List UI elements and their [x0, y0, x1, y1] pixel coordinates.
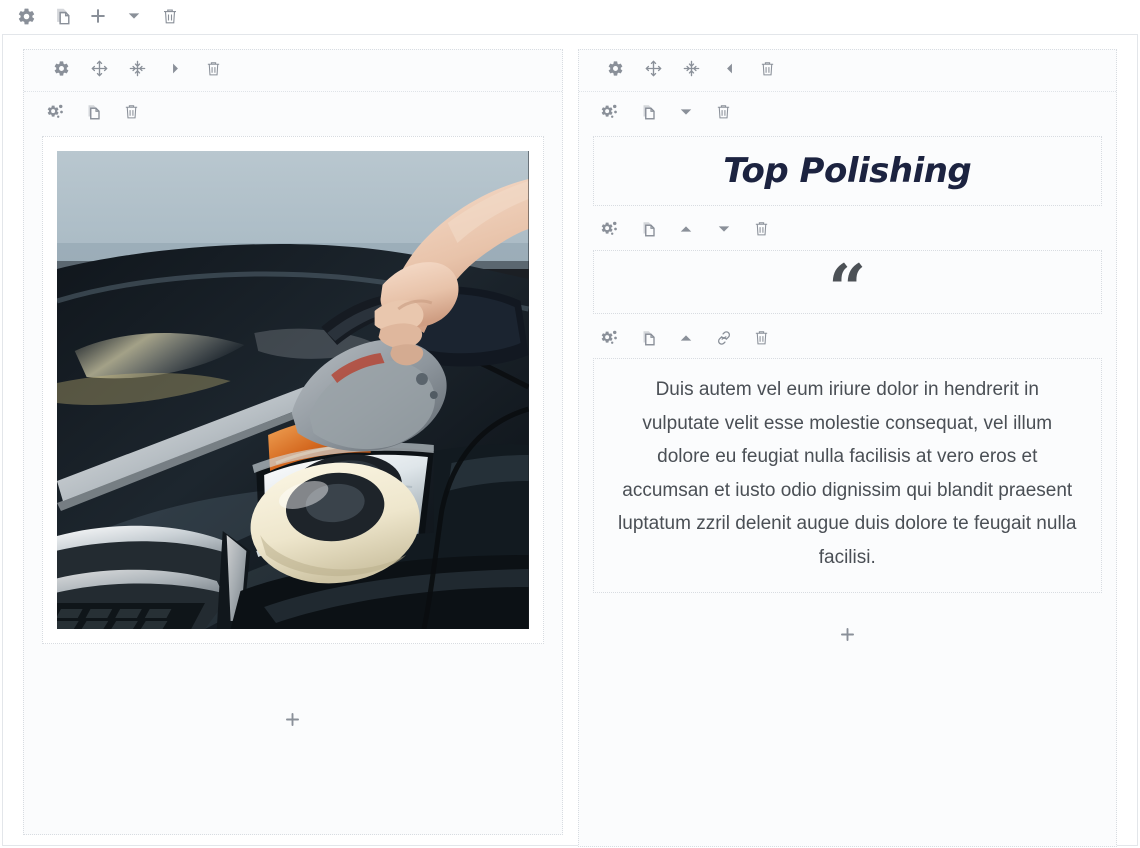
gears-icon [600, 102, 619, 126]
chevron-down-icon [127, 9, 141, 23]
column-move-left-button[interactable] [711, 51, 749, 91]
heading-block-toolbar [579, 92, 1117, 136]
heading-box[interactable]: Top Polishing [592, 136, 1102, 206]
block-duplicate-button[interactable] [629, 94, 667, 134]
block-duplicate-button[interactable] [629, 211, 667, 251]
trash-icon [753, 220, 770, 242]
editor-stage: Top Polishing “ Duis autem vel eum iriur… [2, 34, 1138, 847]
move-icon [90, 59, 109, 83]
block-delete-button[interactable] [112, 94, 150, 134]
block-move-up-button[interactable] [667, 211, 705, 251]
block-settings-button[interactable] [591, 211, 629, 251]
chevron-up-icon [679, 222, 693, 241]
trash-icon [715, 103, 732, 125]
link-icon [715, 329, 733, 352]
block-delete-button[interactable] [743, 211, 781, 251]
block-duplicate-button[interactable] [74, 94, 112, 134]
copy-icon [639, 220, 657, 243]
right-column-toolbar [578, 50, 1116, 92]
column-delete-button[interactable] [749, 51, 787, 91]
gear-icon [17, 7, 36, 26]
column-settings-button[interactable] [597, 51, 635, 91]
add-block-button[interactable] [830, 620, 864, 654]
column-settings-button[interactable] [42, 51, 80, 91]
gears-icon [46, 102, 65, 126]
trash-icon [205, 60, 222, 82]
text-block-toolbar [579, 314, 1117, 358]
settings-button[interactable] [8, 0, 44, 32]
block-settings-button[interactable] [36, 94, 74, 134]
copy-icon [639, 103, 657, 126]
block-settings-button[interactable] [591, 320, 629, 360]
block-delete-button[interactable] [743, 320, 781, 360]
left-column[interactable] [23, 49, 563, 835]
trash-icon [123, 103, 140, 125]
gears-icon [600, 328, 619, 352]
column-delete-button[interactable] [194, 51, 232, 91]
left-add-row [24, 692, 562, 752]
car-polishing-photo[interactable] [57, 151, 529, 629]
block-move-up-button[interactable] [667, 320, 705, 360]
column-move-button[interactable] [80, 51, 118, 91]
right-column[interactable]: Top Polishing “ Duis autem vel eum iriur… [577, 49, 1117, 847]
chevron-right-icon [169, 62, 182, 80]
block-delete-button[interactable] [705, 94, 743, 134]
chevron-down-icon [679, 105, 693, 124]
chevron-up-icon [679, 331, 693, 350]
column-move-button[interactable] [635, 51, 673, 91]
column-shrink-button[interactable] [673, 51, 711, 91]
image-frame [42, 136, 544, 644]
quote-block-toolbar [579, 206, 1117, 250]
block-move-down-button[interactable] [667, 94, 705, 134]
plus-icon [283, 710, 302, 734]
plus-icon [88, 6, 108, 26]
text-block[interactable]: Duis autem vel eum iriure dolor in hendr… [579, 314, 1117, 593]
copy-icon [53, 7, 72, 26]
left-column-toolbar [24, 50, 562, 92]
duplicate-button[interactable] [44, 0, 80, 32]
gear-icon [53, 60, 70, 82]
shrink-icon [128, 59, 147, 83]
copy-icon [639, 329, 657, 352]
image-block-toolbar [24, 92, 562, 136]
chevron-left-icon [723, 62, 736, 80]
copy-icon [84, 103, 102, 126]
body-paragraph: Duis autem vel eum iriure dolor in hendr… [618, 379, 1077, 568]
move-icon [644, 59, 663, 83]
row-container: Top Polishing “ Duis autem vel eum iriur… [3, 35, 1137, 847]
quote-box[interactable]: “ [592, 250, 1102, 329]
top-toolbar [0, 0, 1140, 32]
heading-block[interactable]: Top Polishing [579, 92, 1117, 206]
quote-mark-icon: “ [828, 250, 867, 329]
trash-icon [753, 329, 770, 351]
block-duplicate-button[interactable] [629, 320, 667, 360]
column-shrink-button[interactable] [118, 51, 156, 91]
block-move-down-button[interactable] [705, 211, 743, 251]
quote-block[interactable]: “ [579, 206, 1117, 329]
trash-icon [759, 60, 776, 82]
right-add-row [579, 607, 1117, 667]
image-block[interactable] [24, 92, 562, 644]
shrink-icon [682, 59, 701, 83]
block-settings-button[interactable] [591, 94, 629, 134]
add-block-button[interactable] [276, 705, 310, 739]
block-link-button[interactable] [705, 320, 743, 360]
gears-icon [600, 219, 619, 243]
delete-button[interactable] [152, 0, 188, 32]
page-title: Top Polishing [723, 151, 972, 191]
column-move-right-button[interactable] [156, 51, 194, 91]
chevron-down-icon [717, 222, 731, 241]
gear-icon [607, 60, 624, 82]
move-down-button[interactable] [116, 0, 152, 32]
text-box[interactable]: Duis autem vel eum iriure dolor in hendr… [592, 358, 1102, 593]
add-button[interactable] [80, 0, 116, 32]
plus-icon [838, 625, 857, 649]
trash-icon [161, 7, 179, 25]
photo-illustration [57, 151, 529, 629]
